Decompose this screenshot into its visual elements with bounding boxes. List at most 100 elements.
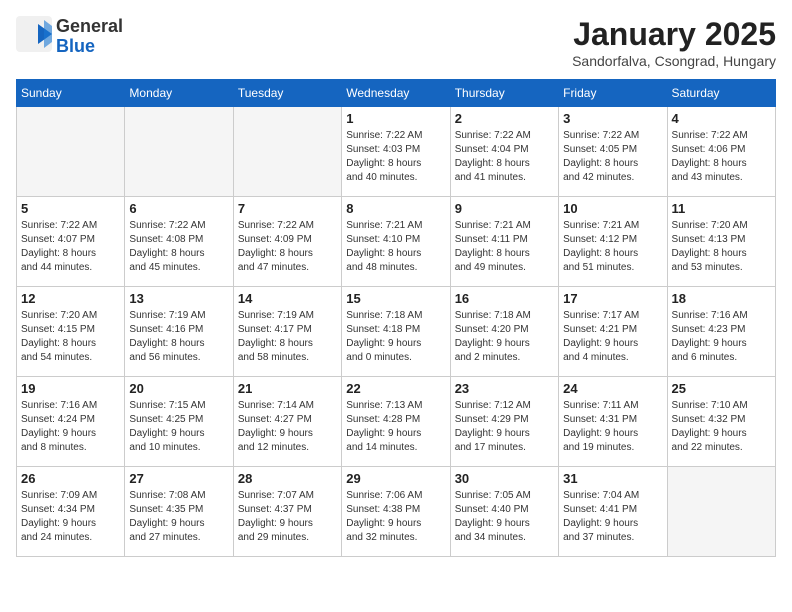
calendar-cell: 12 Sunrise: 7:20 AM Sunset: 4:15 PM Dayli…: [17, 287, 125, 377]
title-block: January 2025 Sandorfalva, Csongrad, Hung…: [572, 16, 776, 69]
day-info: Sunrise: 7:22 AM Sunset: 4:09 PM Dayligh…: [238, 219, 337, 275]
day-info: Sunrise: 7:10 AM Sunset: 4:32 PM Dayligh…: [672, 399, 771, 455]
day-info: Sunrise: 7:08 AM Sunset: 4:35 PM Dayligh…: [129, 489, 228, 545]
day-info: Sunrise: 7:19 AM Sunset: 4:17 PM Dayligh…: [238, 309, 337, 365]
day-info: Sunrise: 7:19 AM Sunset: 4:16 PM Dayligh…: [129, 309, 228, 365]
calendar-cell: 30Sunrise: 7:05 AM Sunset: 4:40 PM Dayli…: [450, 467, 558, 557]
day-info: Sunrise: 7:22 AM Sunset: 4:05 PM Dayligh…: [563, 129, 662, 185]
column-header-wednesday: Wednesday: [342, 80, 450, 107]
calendar-cell: 22 Sunrise: 7:13 AM Sunset: 4:28 PM Dayli…: [342, 377, 450, 467]
column-header-saturday: Saturday: [667, 80, 775, 107]
column-header-monday: Monday: [125, 80, 233, 107]
calendar-cell: 2Sunrise: 7:22 AM Sunset: 4:04 PM Daylig…: [450, 107, 558, 197]
day-info: Sunrise: 7:20 AM Sunset: 4:15 PM Dayligh…: [21, 309, 120, 365]
day-number: 13: [129, 291, 228, 306]
day-number: 20: [129, 381, 228, 396]
day-number: 24: [563, 381, 662, 396]
calendar-cell: 26Sunrise: 7:09 AM Sunset: 4:34 PM Dayli…: [17, 467, 125, 557]
day-number: 1: [346, 111, 445, 126]
calendar-cell: 28 Sunrise: 7:07 AM Sunset: 4:37 PM Dayli…: [233, 467, 341, 557]
logo-icon: [16, 16, 52, 52]
calendar-cell: [17, 107, 125, 197]
logo-blue-text: Blue: [56, 37, 123, 57]
calendar-cell: 25 Sunrise: 7:10 AM Sunset: 4:32 PM Dayli…: [667, 377, 775, 467]
page-header: General Blue January 2025 Sandorfalva, C…: [16, 16, 776, 69]
calendar-cell: 15Sunrise: 7:18 AM Sunset: 4:18 PM Dayli…: [342, 287, 450, 377]
month-title: January 2025: [572, 16, 776, 53]
day-info: Sunrise: 7:17 AM Sunset: 4:21 PM Dayligh…: [563, 309, 662, 365]
week-row-1: 1 Sunrise: 7:22 AM Sunset: 4:03 PM Daylig…: [17, 107, 776, 197]
calendar-cell: 9Sunrise: 7:21 AM Sunset: 4:11 PM Daylig…: [450, 197, 558, 287]
day-number: 5: [21, 201, 120, 216]
day-number: 19: [21, 381, 120, 396]
day-number: 27: [129, 471, 228, 486]
day-number: 31: [563, 471, 662, 486]
week-row-2: 5 Sunrise: 7:22 AM Sunset: 4:07 PM Daylig…: [17, 197, 776, 287]
location-subtitle: Sandorfalva, Csongrad, Hungary: [572, 53, 776, 69]
day-info: Sunrise: 7:12 AM Sunset: 4:29 PM Dayligh…: [455, 399, 554, 455]
calendar-cell: 8Sunrise: 7:21 AM Sunset: 4:10 PM Daylig…: [342, 197, 450, 287]
day-number: 25: [672, 381, 771, 396]
day-number: 28: [238, 471, 337, 486]
day-info: Sunrise: 7:06 AM Sunset: 4:38 PM Dayligh…: [346, 489, 445, 545]
day-number: 18: [672, 291, 771, 306]
day-info: Sunrise: 7:18 AM Sunset: 4:20 PM Dayligh…: [455, 309, 554, 365]
day-number: 30: [455, 471, 554, 486]
calendar-cell: 6 Sunrise: 7:22 AM Sunset: 4:08 PM Daylig…: [125, 197, 233, 287]
calendar-cell: 10Sunrise: 7:21 AM Sunset: 4:12 PM Dayli…: [559, 197, 667, 287]
column-header-sunday: Sunday: [17, 80, 125, 107]
calendar-cell: 11Sunrise: 7:20 AM Sunset: 4:13 PM Dayli…: [667, 197, 775, 287]
day-number: 29: [346, 471, 445, 486]
day-number: 9: [455, 201, 554, 216]
calendar-cell: 7 Sunrise: 7:22 AM Sunset: 4:09 PM Daylig…: [233, 197, 341, 287]
column-header-friday: Friday: [559, 80, 667, 107]
logo: General Blue: [16, 16, 123, 57]
day-number: 17: [563, 291, 662, 306]
day-number: 16: [455, 291, 554, 306]
column-header-tuesday: Tuesday: [233, 80, 341, 107]
calendar-cell: [667, 467, 775, 557]
calendar-cell: 21 Sunrise: 7:14 AM Sunset: 4:27 PM Dayli…: [233, 377, 341, 467]
week-row-3: 12 Sunrise: 7:20 AM Sunset: 4:15 PM Dayli…: [17, 287, 776, 377]
day-number: 23: [455, 381, 554, 396]
day-number: 14: [238, 291, 337, 306]
day-number: 21: [238, 381, 337, 396]
day-info: Sunrise: 7:22 AM Sunset: 4:07 PM Dayligh…: [21, 219, 120, 275]
day-info: Sunrise: 7:07 AM Sunset: 4:37 PM Dayligh…: [238, 489, 337, 545]
calendar-cell: 1 Sunrise: 7:22 AM Sunset: 4:03 PM Daylig…: [342, 107, 450, 197]
day-info: Sunrise: 7:09 AM Sunset: 4:34 PM Dayligh…: [21, 489, 120, 545]
calendar-header-row: SundayMondayTuesdayWednesdayThursdayFrid…: [17, 80, 776, 107]
calendar-cell: 4Sunrise: 7:22 AM Sunset: 4:06 PM Daylig…: [667, 107, 775, 197]
calendar-cell: 31 Sunrise: 7:04 AM Sunset: 4:41 PM Dayli…: [559, 467, 667, 557]
day-info: Sunrise: 7:11 AM Sunset: 4:31 PM Dayligh…: [563, 399, 662, 455]
calendar-cell: [233, 107, 341, 197]
day-info: Sunrise: 7:21 AM Sunset: 4:12 PM Dayligh…: [563, 219, 662, 275]
day-number: 12: [21, 291, 120, 306]
day-number: 15: [346, 291, 445, 306]
calendar-cell: 23 Sunrise: 7:12 AM Sunset: 4:29 PM Dayli…: [450, 377, 558, 467]
calendar-cell: 19 Sunrise: 7:16 AM Sunset: 4:24 PM Dayli…: [17, 377, 125, 467]
day-info: Sunrise: 7:21 AM Sunset: 4:10 PM Dayligh…: [346, 219, 445, 275]
day-info: Sunrise: 7:15 AM Sunset: 4:25 PM Dayligh…: [129, 399, 228, 455]
calendar-cell: 18Sunrise: 7:16 AM Sunset: 4:23 PM Dayli…: [667, 287, 775, 377]
calendar-cell: 14 Sunrise: 7:19 AM Sunset: 4:17 PM Dayli…: [233, 287, 341, 377]
calendar-cell: 29 Sunrise: 7:06 AM Sunset: 4:38 PM Dayli…: [342, 467, 450, 557]
day-info: Sunrise: 7:16 AM Sunset: 4:24 PM Dayligh…: [21, 399, 120, 455]
day-number: 7: [238, 201, 337, 216]
calendar-cell: 27 Sunrise: 7:08 AM Sunset: 4:35 PM Dayli…: [125, 467, 233, 557]
day-number: 11: [672, 201, 771, 216]
day-number: 22: [346, 381, 445, 396]
calendar-cell: 13 Sunrise: 7:19 AM Sunset: 4:16 PM Dayli…: [125, 287, 233, 377]
calendar-table: SundayMondayTuesdayWednesdayThursdayFrid…: [16, 79, 776, 557]
calendar-cell: [125, 107, 233, 197]
day-info: Sunrise: 7:14 AM Sunset: 4:27 PM Dayligh…: [238, 399, 337, 455]
day-number: 3: [563, 111, 662, 126]
day-info: Sunrise: 7:22 AM Sunset: 4:08 PM Dayligh…: [129, 219, 228, 275]
day-info: Sunrise: 7:04 AM Sunset: 4:41 PM Dayligh…: [563, 489, 662, 545]
column-header-thursday: Thursday: [450, 80, 558, 107]
logo-general-text: General: [56, 17, 123, 37]
day-info: Sunrise: 7:22 AM Sunset: 4:03 PM Dayligh…: [346, 129, 445, 185]
day-info: Sunrise: 7:13 AM Sunset: 4:28 PM Dayligh…: [346, 399, 445, 455]
day-number: 6: [129, 201, 228, 216]
calendar-cell: 20 Sunrise: 7:15 AM Sunset: 4:25 PM Dayli…: [125, 377, 233, 467]
